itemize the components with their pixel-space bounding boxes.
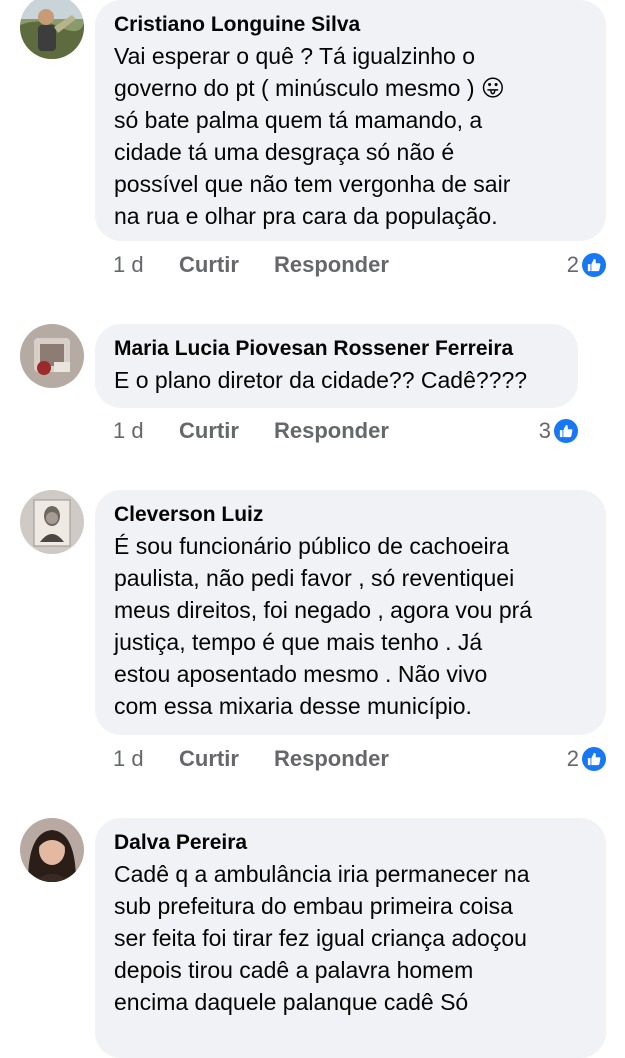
like-button[interactable]: Curtir: [179, 250, 274, 280]
reaction-summary[interactable]: 3: [539, 416, 578, 446]
avatar[interactable]: [20, 490, 84, 554]
comment: Cristiano Longuine Silva Vai esperar o q…: [0, 0, 625, 300]
comment-author[interactable]: Dalva Pereira: [114, 830, 587, 856]
comment-text: É sou funcionário público de cachoeira p…: [114, 533, 533, 719]
reaction-summary[interactable]: 2: [567, 744, 606, 774]
comment-time[interactable]: 1 d: [113, 744, 179, 774]
comment-author[interactable]: Cleverson Luiz: [114, 502, 587, 528]
comment-author[interactable]: Maria Lucia Piovesan Rossener Ferreira: [114, 336, 559, 362]
like-button[interactable]: Curtir: [179, 416, 274, 446]
comment-bubble: Cristiano Longuine Silva Vai esperar o q…: [95, 0, 606, 241]
like-thumb-icon: [582, 747, 606, 771]
avatar[interactable]: [20, 818, 84, 882]
comment-bubble: Dalva Pereira Cadê q a ambulância iria p…: [95, 818, 606, 1058]
like-thumb-icon: [582, 253, 606, 277]
avatar[interactable]: [20, 0, 84, 59]
reaction-count: 3: [538, 418, 551, 443]
like-button[interactable]: Curtir: [179, 744, 274, 774]
comment-bubble: Cleverson Luiz É sou funcionário público…: [95, 490, 606, 735]
comment-bubble: Maria Lucia Piovesan Rossener Ferreira E…: [95, 324, 578, 408]
comment-actions: 1 d Curtir Responder: [113, 744, 389, 774]
reply-button[interactable]: Responder: [274, 744, 389, 774]
reply-button[interactable]: Responder: [274, 250, 389, 280]
avatar[interactable]: [20, 324, 84, 388]
comment-text: Cadê q a ambulância iria permanecer na s…: [114, 861, 530, 1015]
comment-actions: 1 d Curtir Responder: [113, 250, 389, 280]
comment-actions: 1 d Curtir Responder: [113, 416, 389, 446]
like-thumb-icon: [554, 419, 578, 443]
comment-text: Vai esperar o quê ? Tá igualzinho o gove…: [114, 43, 511, 229]
comment: Dalva Pereira Cadê q a ambulância iria p…: [0, 818, 625, 1058]
comment: Cleverson Luiz É sou funcionário público…: [0, 490, 625, 790]
comment-author[interactable]: Cristiano Longuine Silva: [114, 12, 587, 38]
reaction-summary[interactable]: 2: [567, 250, 606, 280]
comment-time[interactable]: 1 d: [113, 250, 179, 280]
comment: Maria Lucia Piovesan Rossener Ferreira E…: [0, 324, 625, 454]
reply-button[interactable]: Responder: [274, 416, 389, 446]
reaction-count: 2: [566, 252, 579, 277]
comment-time[interactable]: 1 d: [113, 416, 179, 446]
comment-text: E o plano diretor da cidade?? Cadê????: [114, 367, 528, 393]
reaction-count: 2: [566, 746, 579, 771]
